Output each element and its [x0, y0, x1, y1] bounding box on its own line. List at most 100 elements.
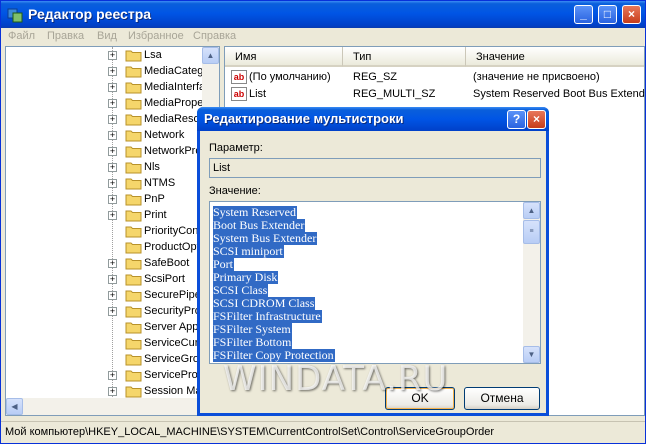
expand-plus-icon[interactable]: + [108, 67, 117, 76]
value-data: System Reserved Boot Bus Extender [473, 88, 645, 100]
watermark: WINDATA.RU [223, 359, 449, 399]
folder-icon [125, 162, 142, 174]
value-scrollbar[interactable]: ▲ ≡ ▼ [523, 202, 540, 363]
value-name: List [249, 88, 267, 100]
expand-plus-icon[interactable]: + [108, 147, 117, 156]
menu-help[interactable]: Справка [193, 30, 236, 42]
cancel-button[interactable]: Отмена [464, 387, 540, 410]
expand-plus-icon[interactable]: + [108, 179, 117, 188]
value-name: (По умолчанию) [249, 71, 331, 83]
folder-icon [125, 226, 142, 238]
dialog-title-bar[interactable]: Редактирование мультистроки ? × [197, 107, 549, 131]
tree-item-label: MediaCateg [144, 65, 204, 77]
tree-item-label: Nls [144, 161, 160, 173]
folder-icon [125, 242, 142, 254]
dialog-title: Редактирование мультистроки [204, 111, 404, 126]
minimize-button[interactable]: _ [574, 5, 593, 24]
expand-plus-icon[interactable]: + [108, 275, 117, 284]
scroll-up-icon[interactable]: ▲ [523, 202, 540, 219]
registry-app-icon [7, 8, 23, 23]
window-title: Редактор реестра [28, 6, 152, 22]
tree-item-label: PriorityCont [144, 225, 202, 237]
close-button[interactable]: × [622, 5, 641, 24]
list-row[interactable]: ab (По умолчанию) REG_SZ (значение не пр… [225, 69, 644, 86]
tree-item-label: ServiceCurr [144, 337, 203, 349]
expand-plus-icon[interactable]: + [108, 99, 117, 108]
tree-item-label: ServiceGrou [144, 353, 206, 365]
value-data: (значение не присвоено) [473, 71, 600, 83]
folder-icon [125, 114, 142, 126]
expand-plus-icon[interactable]: + [108, 131, 117, 140]
value-textarea[interactable]: System Reserved Boot Bus Extender System B… [209, 201, 541, 364]
value-type: REG_SZ [353, 71, 398, 83]
tree-item-label: SafeBoot [144, 257, 190, 269]
help-button[interactable]: ? [507, 110, 526, 129]
scroll-down-icon[interactable]: ▼ [523, 346, 540, 363]
tree-item-label: Session Ma [144, 385, 202, 397]
menu-favorites[interactable]: Избранное [128, 30, 184, 42]
folder-icon [125, 306, 142, 318]
scroll-left-icon[interactable]: ◀ [6, 398, 23, 415]
menu-edit[interactable]: Правка [47, 30, 84, 42]
folder-icon [125, 322, 142, 334]
title-bar[interactable]: Редактор реестра _ □ × [1, 1, 645, 28]
param-label: Параметр: [209, 142, 263, 154]
folder-icon [125, 50, 142, 62]
tree-item-label: Lsa [144, 49, 162, 61]
registry-tree[interactable]: + Lsa + MediaCateg + MediaInterfa + MediaProper… [5, 46, 220, 416]
folder-icon [125, 258, 142, 270]
folder-icon [125, 82, 142, 94]
column-header-type[interactable]: Тип [343, 47, 466, 67]
expand-plus-icon[interactable]: + [108, 291, 117, 300]
tree-item-label: Server Appl [144, 321, 201, 333]
folder-icon [125, 178, 142, 190]
tree-item-label: ScsiPort [144, 273, 185, 285]
scroll-up-icon[interactable]: ▲ [202, 47, 219, 64]
folder-icon [125, 130, 142, 142]
expand-plus-icon[interactable]: + [108, 51, 117, 60]
folder-icon [125, 146, 142, 158]
tree-horizontal-scrollbar[interactable]: ◀ [6, 398, 219, 415]
folder-icon [125, 338, 142, 350]
param-name-field: List [209, 158, 541, 178]
folder-icon [125, 386, 142, 398]
tree-item-label: SecurePipe [144, 289, 201, 301]
folder-icon [125, 274, 142, 286]
tree-item-label: ProductOpti [144, 241, 203, 253]
expand-plus-icon[interactable]: + [108, 83, 117, 92]
column-header-name[interactable]: Имя [225, 47, 343, 67]
tree-item-label: MediaInterfa [144, 81, 206, 93]
tree-item-label: Network [144, 129, 185, 141]
menu-bar: Файл Правка Вид Избранное Справка [1, 28, 645, 46]
folder-icon [125, 66, 142, 78]
maximize-button[interactable]: □ [598, 5, 617, 24]
menu-view[interactable]: Вид [97, 30, 117, 42]
folder-icon [125, 194, 142, 206]
menu-file[interactable]: Файл [8, 30, 35, 42]
string-value-icon: ab [231, 70, 247, 84]
folder-icon [125, 370, 142, 382]
scroll-thumb[interactable]: ≡ [523, 220, 540, 244]
string-value-icon: ab [231, 87, 247, 101]
expand-plus-icon[interactable]: + [108, 115, 117, 124]
expand-plus-icon[interactable]: + [108, 259, 117, 268]
tree-item-label: ServiceProv [144, 369, 204, 381]
expand-plus-icon[interactable]: + [108, 195, 117, 204]
list-row[interactable]: ab List REG_MULTI_SZ System Reserved Boo… [225, 86, 645, 103]
folder-icon [125, 290, 142, 302]
folder-icon [125, 210, 142, 222]
expand-plus-icon[interactable]: + [108, 307, 117, 316]
value-type: REG_MULTI_SZ [353, 88, 436, 100]
registry-editor-window: Редактор реестра _ □ × Файл Правка Вид И… [0, 0, 646, 444]
column-header-value[interactable]: Значение [466, 47, 644, 67]
tree-item-label: Print [144, 209, 167, 221]
expand-plus-icon[interactable]: + [108, 211, 117, 220]
expand-plus-icon[interactable]: + [108, 163, 117, 172]
expand-plus-icon[interactable]: + [108, 387, 117, 396]
status-bar: Мой компьютер\HKEY_LOCAL_MACHINE\SYSTEM\… [1, 421, 645, 443]
dialog-close-button[interactable]: × [527, 110, 546, 129]
tree-item-label: PnP [144, 193, 165, 205]
folder-icon [125, 98, 142, 110]
value-label: Значение: [209, 185, 261, 197]
expand-plus-icon[interactable]: + [108, 371, 117, 380]
